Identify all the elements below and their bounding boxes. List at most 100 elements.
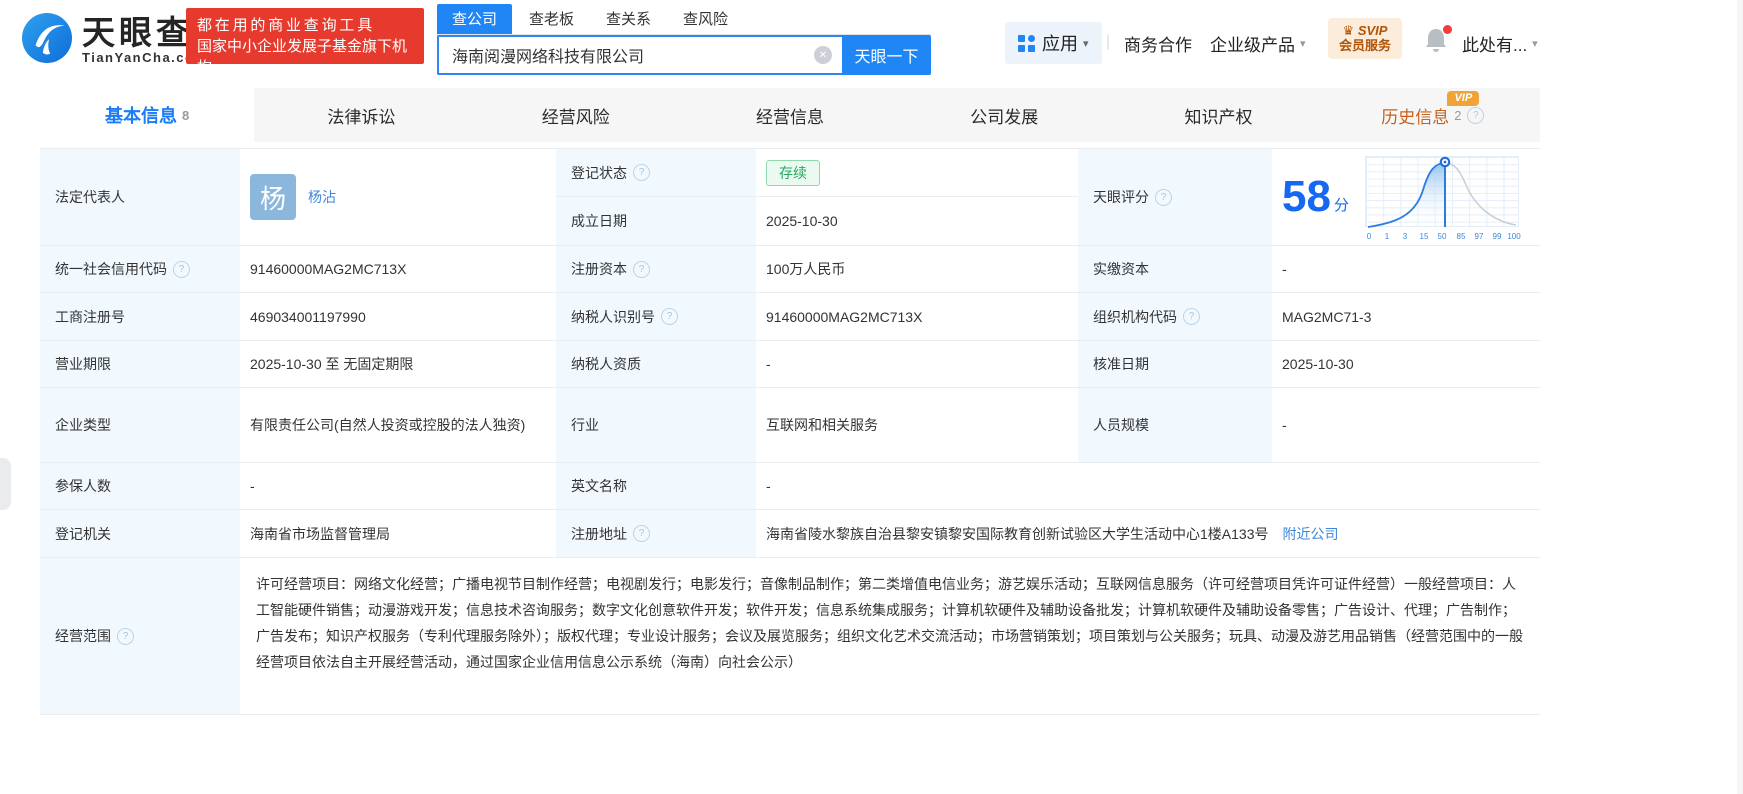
nav-item-cooperation[interactable]: 商务合作 — [1124, 31, 1192, 56]
field-label-reg-capital: 注册资本 ? — [556, 246, 756, 293]
value-text: 互联网和相关服务 — [766, 417, 878, 433]
tab-operation-risk[interactable]: 经营风险 — [469, 88, 683, 142]
field-value-company-type: 有限责任公司(自然人投资或控股的法人独资) — [240, 388, 556, 463]
label-text: 营业期限 — [55, 356, 111, 372]
field-label-business-term: 营业期限 — [40, 341, 240, 388]
apps-menu[interactable]: 应用 ▾ — [1005, 22, 1102, 64]
score-number: 58 — [1282, 172, 1331, 221]
help-icon[interactable]: ? — [661, 308, 678, 325]
help-icon[interactable]: ? — [117, 627, 134, 645]
user-label: 此处有... — [1462, 36, 1528, 55]
tab-legal-litigation[interactable]: 法律诉讼 — [254, 88, 468, 142]
tab-operation-info[interactable]: 经营信息 — [683, 88, 897, 142]
field-value-taxpayer-id: 91460000MAG2MC713X — [756, 293, 1078, 341]
field-value-reg-status: 存续 — [756, 149, 1078, 197]
nearby-companies-link[interactable]: 附近公司 — [1282, 524, 1338, 544]
field-label-staff-size: 人员规模 — [1078, 388, 1272, 463]
value-text: 2025-10-30 至 无固定期限 — [250, 356, 414, 372]
slogan-line2: 国家中小企业发展子基金旗下机构 — [197, 38, 408, 76]
nav-divider: | — [1106, 33, 1111, 50]
help-icon[interactable]: ? — [633, 525, 650, 542]
company-basic-info-table: 法定代表人 杨 杨沾 登记状态 ? 存续 成立日期 2025-10-30 天眼评… — [40, 148, 1540, 715]
field-label-reg-address: 注册地址 ? — [556, 510, 756, 558]
help-icon[interactable]: ? — [1155, 188, 1172, 206]
tianyancha-logo[interactable]: 天眼查 TianYanCha.com — [22, 13, 208, 68]
field-value-taxpayer-quality: - — [756, 341, 1078, 388]
legal-rep-avatar: 杨 — [250, 174, 296, 220]
caret-down-icon: ▾ — [1300, 38, 1306, 50]
tab-label: 法律诉讼 — [327, 107, 396, 127]
field-value-english-name: - — [756, 463, 1540, 510]
svip-membership-button[interactable]: ♛ SVIP 会员服务 — [1328, 18, 1403, 59]
value-text: 有限责任公司(自然人投资或控股的法人独资) — [250, 417, 526, 433]
field-label-est-date: 成立日期 — [556, 197, 756, 246]
search-tab-risk[interactable]: 查风险 — [668, 4, 743, 34]
slogan-line1: 都在用的商业查询工具 — [197, 17, 376, 34]
tab-label: 公司发展 — [970, 107, 1039, 127]
value-text: - — [1282, 417, 1287, 433]
tab-label: 历史信息 — [1381, 107, 1450, 127]
field-label-business-scope: 经营范围 ? — [40, 558, 240, 715]
field-label-taxpayer-quality: 纳税人资质 — [556, 341, 756, 388]
search-tab-company[interactable]: 查公司 — [437, 4, 513, 34]
field-label-paid-capital: 实缴资本 — [1078, 246, 1272, 293]
svip-label-2: 会员服务 — [1339, 38, 1392, 53]
clear-search-icon[interactable]: ✕ — [814, 46, 832, 64]
field-label-reg-status: 登记状态 ? — [556, 149, 756, 197]
help-icon[interactable]: ? — [1183, 308, 1200, 325]
label-text: 纳税人资质 — [571, 356, 641, 372]
scrollbar-track[interactable] — [1737, 0, 1743, 794]
help-icon[interactable]: ? — [633, 164, 650, 181]
nav-item-enterprise[interactable]: 企业级产品 ▾ — [1210, 31, 1306, 56]
label-text: 经营范围 — [55, 628, 111, 644]
field-value-approval-date: 2025-10-30 — [1272, 341, 1540, 388]
help-icon[interactable]: ? — [173, 260, 190, 278]
value-text: - — [1282, 261, 1287, 277]
field-value-reg-authority: 海南省市场监督管理局 — [240, 510, 556, 558]
search-submit-button[interactable]: 天眼一下 — [842, 35, 931, 75]
label-text: 组织机构代码 — [1093, 308, 1177, 325]
svg-text:3: 3 — [1403, 232, 1408, 241]
chart-curve-gray — [1444, 162, 1517, 226]
tab-label: 知识产权 — [1184, 107, 1253, 127]
tab-company-development[interactable]: 公司发展 — [897, 88, 1111, 142]
user-account-menu[interactable]: 此处有... ▾ — [1462, 31, 1538, 56]
help-icon[interactable]: ? — [633, 260, 650, 278]
field-value-business-term: 2025-10-30 至 无固定期限 — [240, 341, 556, 388]
search-box: ✕ — [437, 35, 842, 75]
help-icon[interactable]: ? — [1467, 106, 1485, 124]
tab-label: 基本信息 — [105, 106, 178, 126]
tab-intellectual-property[interactable]: 知识产权 — [1111, 88, 1325, 142]
tab-label: 经营信息 — [755, 107, 824, 127]
svg-text:15: 15 — [1420, 232, 1429, 241]
slogan-banner: 都在用的商业查询工具 国家中小企业发展子基金旗下机构 — [186, 8, 424, 76]
vip-badge: VIP — [1447, 90, 1480, 106]
field-value-score: 58 分 0 1 3 15 50 85 97 99 100 — [1272, 149, 1540, 246]
label-text: 核准日期 — [1093, 356, 1149, 372]
notifications-bell[interactable] — [1424, 25, 1452, 55]
value-text: - — [250, 478, 255, 494]
tab-history-info[interactable]: 历史信息 VIP 2 ? — [1326, 88, 1540, 142]
search-tab-relation[interactable]: 查关系 — [591, 4, 666, 34]
svip-label-1: SVIP — [1357, 23, 1388, 38]
svg-text:0: 0 — [1367, 232, 1372, 241]
search-input[interactable] — [439, 46, 814, 64]
status-badge: 存续 — [766, 159, 820, 186]
field-value-org-code: MAG2MC71-3 — [1272, 293, 1540, 341]
enterprise-label: 企业级产品 — [1210, 36, 1295, 55]
svg-text:99: 99 — [1493, 232, 1502, 241]
side-drawer-handle[interactable] — [0, 458, 11, 510]
value-text: 100万人民币 — [766, 261, 846, 277]
field-value-industry: 互联网和相关服务 — [756, 388, 1078, 463]
field-label-org-code: 组织机构代码 ? — [1078, 293, 1272, 341]
field-value-reg-address: 海南省陵水黎族自治县黎安镇黎安国际教育创新试验区大学生活动中心1楼A133号 附… — [756, 510, 1540, 558]
legal-rep-name-link[interactable]: 杨沾 — [308, 187, 336, 207]
value-text: 91460000MAG2MC713X — [250, 261, 407, 277]
tab-label: 经营风险 — [541, 107, 610, 127]
tab-basic-info[interactable]: 基本信息 8 — [40, 88, 255, 142]
value-text: MAG2MC71-3 — [1282, 308, 1372, 325]
svg-text:1: 1 — [1385, 232, 1390, 241]
search-tab-boss[interactable]: 查老板 — [514, 4, 589, 34]
svg-text:97: 97 — [1475, 232, 1484, 241]
field-label-taxpayer-id: 纳税人识别号 ? — [556, 293, 756, 341]
